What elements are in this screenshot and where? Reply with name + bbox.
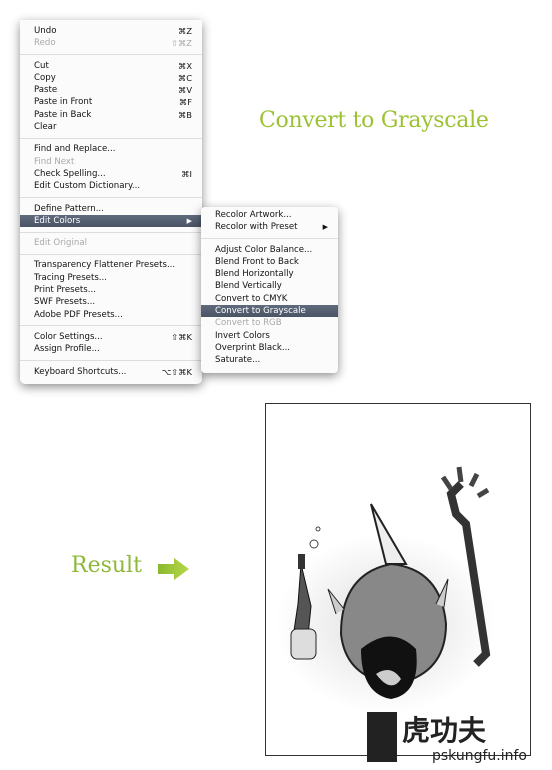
menu-item-saturate[interactable]: Saturate... (201, 354, 338, 366)
menu-item-transparency-flattener-presets[interactable]: Transparency Flattener Presets... (20, 259, 202, 271)
menu-item-label: Check Spelling... (34, 168, 106, 179)
menu-item-label: Cut (34, 60, 49, 71)
menu-item-shortcut: ⌘F (178, 97, 192, 108)
menu-item-label: Undo (34, 26, 57, 36)
menu-item-paste[interactable]: Paste ⌘V (20, 84, 202, 96)
menu-separator (20, 54, 202, 56)
menu-item-label: Transparency Flattener Presets... (34, 260, 176, 271)
menu-item-copy[interactable]: Copy ⌘C (20, 72, 202, 84)
menu-item-edit-custom-dictionary[interactable]: Edit Custom Dictionary... (20, 180, 202, 192)
menu-item-label: Edit Custom Dictionary... (34, 181, 141, 192)
menu-item-label: Invert Colors (215, 330, 270, 341)
menu-item-shortcut: ⌘V (178, 85, 192, 96)
menu-item-convert-to-grayscale[interactable]: Convert to Grayscale (201, 305, 338, 318)
menu-item-swf-presets[interactable]: SWF Presets... (20, 296, 202, 308)
menu-item-label: Adobe PDF Presets... (34, 309, 123, 320)
menu-item-invert-colors[interactable]: Invert Colors (201, 330, 338, 342)
menu-item-cut[interactable]: Cut ⌘X (20, 60, 202, 72)
menu-item-check-spelling[interactable]: Check Spelling... ⌘I (20, 168, 202, 180)
menu-separator (20, 325, 202, 327)
menu-item-adobe-pdf-presets[interactable]: Adobe PDF Presets... (20, 309, 202, 321)
edit-colors-submenu: Recolor Artwork... Recolor with Preset ▶ Ad… (201, 207, 338, 373)
submenu-arrow-icon: ▶ (322, 223, 328, 232)
menu-separator (20, 231, 202, 233)
menu-item-shortcut: ⇧⌘Z (171, 38, 192, 49)
menu-item-label: Adjust Color Balance... (215, 244, 313, 255)
menu-item-color-settings[interactable]: Color Settings... ⇧⌘K (20, 331, 202, 343)
menu-item-shortcut: ⌘C (177, 72, 192, 83)
menu-item-find-and-replace[interactable]: Find and Replace... (20, 143, 202, 155)
menu-item-blend-vertically[interactable]: Blend Vertically (201, 280, 338, 292)
menu-item-label: Blend Vertically (215, 281, 282, 292)
menu-item-paste-in-back[interactable]: Paste in Back ⌘B (20, 109, 202, 121)
menu-item-label: Convert to CMYK (215, 293, 288, 304)
menu-item-find-next: Find Next (20, 156, 202, 168)
menu-item-label: Print Presets... (34, 285, 96, 296)
edit-menu: Undo ⌘Z Redo ⇧⌘Z Cut ⌘X Copy ⌘C Paste ⌘V Paste in … (20, 20, 202, 384)
menu-item-label: Paste in Back (34, 109, 92, 120)
menu-item-label: Convert to RGB (215, 318, 282, 329)
menu-item-label: Color Settings... (34, 331, 103, 342)
menu-separator (20, 360, 202, 362)
menu-item-label: Define Pattern... (34, 203, 104, 214)
menu-separator (20, 197, 202, 199)
menu-item-tracing-presets[interactable]: Tracing Presets... (20, 272, 202, 284)
menu-item-label: Paste in Front (34, 97, 93, 108)
menu-item-label: Clear (34, 122, 57, 133)
svg-text:pskungfu.info: pskungfu.info (432, 748, 527, 764)
menu-item-undo[interactable]: Undo ⌘Z (20, 25, 202, 37)
menu-item-shortcut: ⌘B (178, 109, 192, 120)
menu-item-label: Convert to Grayscale (215, 306, 306, 317)
menu-item-label: Paste (34, 85, 58, 96)
menu-item-print-presets[interactable]: Print Presets... (20, 284, 202, 296)
menu-item-label: Assign Profile... (34, 344, 100, 355)
menu-separator (201, 238, 338, 240)
menu-item-label: Recolor Artwork... (215, 210, 292, 220)
menu-item-shortcut: ⌘Z (178, 26, 192, 36)
arrow-right-icon (158, 558, 189, 580)
menu-item-clear[interactable]: Clear (20, 121, 202, 133)
menu-item-label: Copy (34, 72, 56, 83)
menu-item-keyboard-shortcuts[interactable]: Keyboard Shortcuts... ⌥⇧⌘K (20, 366, 202, 378)
menu-item-adjust-color-balance[interactable]: Adjust Color Balance... (201, 244, 338, 256)
menu-item-label: SWF Presets... (34, 297, 96, 308)
menu-item-label: Find and Replace... (34, 144, 116, 155)
menu-item-shortcut: ⌥⇧⌘K (161, 366, 192, 377)
menu-item-label: Tracing Presets... (34, 272, 107, 283)
menu-item-label: Redo (34, 38, 56, 49)
menu-item-shortcut: ⌘X (178, 60, 192, 71)
menu-item-define-pattern[interactable]: Define Pattern... (20, 203, 202, 215)
watermark-logo: 虎功夫 pskungfu.info (367, 712, 527, 764)
menu-item-label: Overprint Black... (215, 342, 291, 353)
menu-item-convert-to-cmyk[interactable]: Convert to CMYK (201, 293, 338, 305)
menu-separator (20, 137, 202, 139)
menu-item-edit-original: Edit Original (20, 237, 202, 249)
menu-item-blend-horizontally[interactable]: Blend Horizontally (201, 268, 338, 280)
menu-item-shortcut: ⌘I (181, 168, 192, 179)
svg-text:虎功夫: 虎功夫 (402, 714, 487, 747)
menu-item-redo: Redo ⇧⌘Z (20, 37, 202, 49)
menu-item-edit-colors[interactable]: Edit Colors ▶ (20, 214, 202, 228)
menu-item-label: Keyboard Shortcuts... (34, 366, 127, 377)
heading: Convert to Grayscale (259, 108, 489, 133)
menu-item-paste-in-front[interactable]: Paste in Front ⌘F (20, 96, 202, 108)
menu-item-convert-to-rgb: Convert to RGB (201, 317, 338, 329)
menu-item-label: Blend Horizontally (215, 269, 294, 280)
menu-item-label: Edit Colors (34, 215, 81, 226)
menu-item-recolor-artwork[interactable]: Recolor Artwork... (201, 209, 338, 221)
menu-item-assign-profile[interactable]: Assign Profile... (20, 343, 202, 355)
menu-item-recolor-with-preset[interactable]: Recolor with Preset ▶ (201, 221, 338, 233)
menu-item-label: Saturate... (215, 355, 261, 366)
menu-item-label: Blend Front to Back (215, 256, 299, 267)
submenu-arrow-icon: ▶ (186, 216, 192, 225)
menu-item-label: Edit Original (34, 238, 88, 249)
menu-item-label: Recolor with Preset (215, 222, 298, 233)
result-label: Result (71, 553, 142, 578)
menu-separator (20, 253, 202, 255)
menu-item-shortcut: ⇧⌘K (171, 331, 192, 342)
menu-item-blend-front-to-back[interactable]: Blend Front to Back (201, 256, 338, 268)
menu-item-label: Find Next (34, 156, 75, 167)
menu-item-overprint-black[interactable]: Overprint Black... (201, 342, 338, 354)
